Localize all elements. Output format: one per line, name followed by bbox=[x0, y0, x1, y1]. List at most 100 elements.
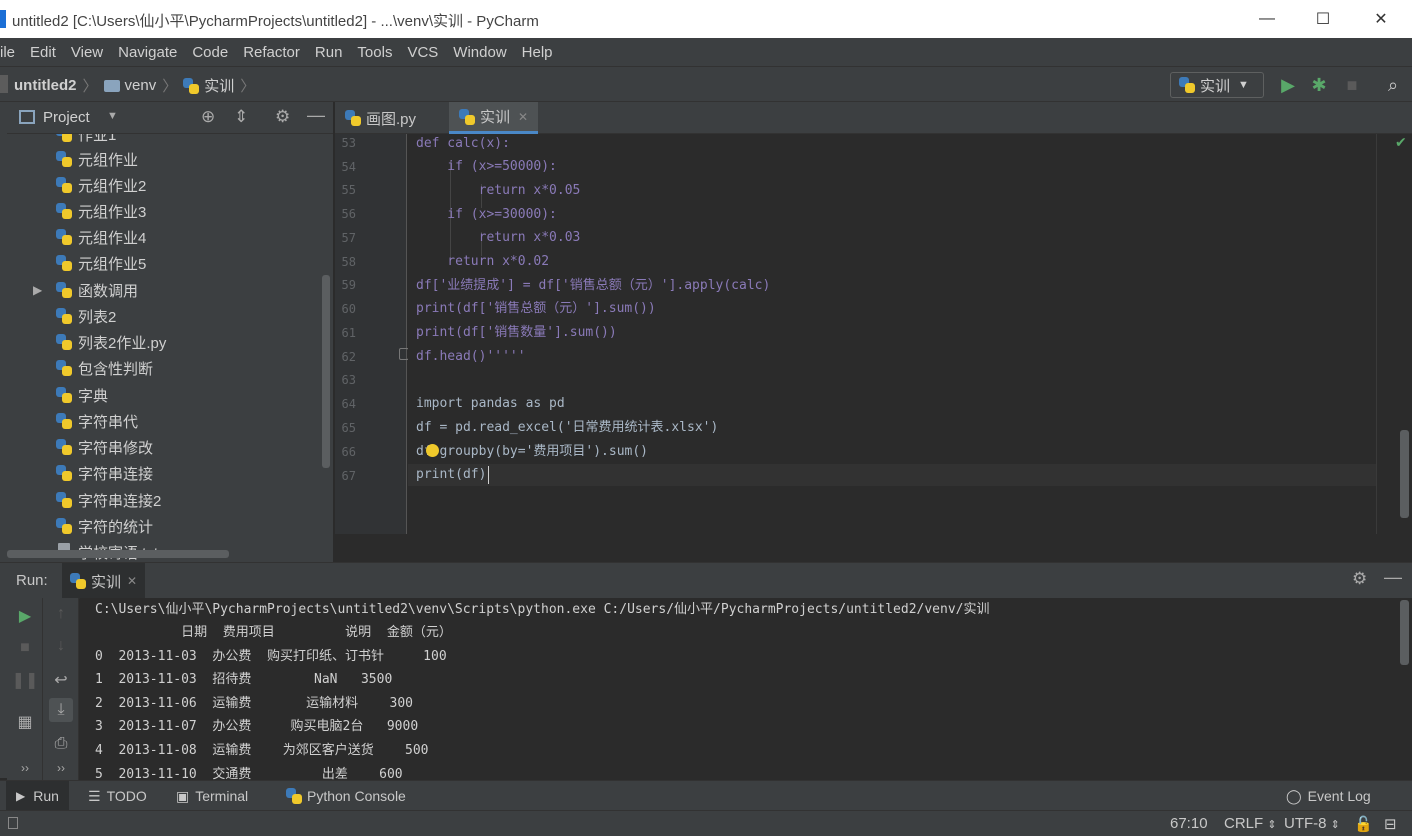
menu-vcs[interactable]: VCS bbox=[407, 44, 438, 61]
editor-scrollbar[interactable] bbox=[1400, 430, 1409, 518]
close-icon[interactable]: ✕ bbox=[518, 110, 528, 124]
run-config-dropdown[interactable]: 实训 ▼ bbox=[1170, 72, 1264, 98]
print-icon[interactable]: ⎙ bbox=[49, 732, 73, 756]
event-log-tab[interactable]: ◯ Event Log bbox=[1276, 781, 1381, 811]
tree-item[interactable]: 字符串连接2 bbox=[7, 487, 327, 513]
chevron-down-icon: ▼ bbox=[1238, 79, 1249, 91]
python-console-icon bbox=[286, 788, 302, 804]
tool-tab-python-console[interactable]: Python Console bbox=[276, 781, 416, 811]
tree-item[interactable]: 字符串修改 bbox=[7, 434, 327, 460]
pause-icon[interactable]: ❚❚ bbox=[12, 668, 39, 692]
lock-icon[interactable]: 🔓 bbox=[1354, 815, 1373, 833]
left-tool-strip bbox=[0, 102, 7, 778]
search-icon[interactable]: ⌕ bbox=[1381, 73, 1405, 97]
run-panel-header: Run: 实训 ✕ ⚙ — bbox=[0, 562, 1412, 599]
scroll-to-end-icon[interactable]: ⤓ bbox=[49, 698, 73, 722]
menu-tools[interactable]: Tools bbox=[357, 44, 392, 61]
project-panel-title[interactable]: Project bbox=[43, 109, 90, 126]
menu-edit[interactable]: Edit bbox=[30, 44, 56, 61]
chevron-down-icon[interactable]: ▼ bbox=[107, 110, 118, 122]
tree-item[interactable]: 元组作业5 bbox=[7, 250, 327, 276]
maximize-button[interactable]: ☐ bbox=[1294, 0, 1352, 38]
rerun-icon[interactable]: ▶ bbox=[13, 604, 37, 628]
stop-icon[interactable]: ■ bbox=[13, 636, 37, 660]
breadcrumb-separator-icon: 〉 bbox=[82, 78, 98, 95]
stop-icon[interactable]: ■ bbox=[1340, 73, 1364, 97]
soft-wrap-icon[interactable]: ↩ bbox=[49, 668, 73, 692]
python-file-icon bbox=[183, 77, 200, 94]
menu-refactor[interactable]: Refactor bbox=[243, 44, 300, 61]
tree-item[interactable]: 元组作业4 bbox=[7, 224, 327, 250]
console-scrollbar[interactable] bbox=[1400, 600, 1409, 665]
close-window-button[interactable]: ✕ bbox=[1352, 0, 1410, 38]
arrow-down-icon[interactable]: ↓ bbox=[49, 634, 73, 658]
tab-shixun[interactable]: 实训 ✕ bbox=[449, 102, 539, 134]
minimize-button[interactable]: — bbox=[1238, 0, 1296, 38]
locate-icon[interactable]: ⊕ bbox=[201, 107, 215, 127]
project-horizontal-scrollbar[interactable] bbox=[7, 550, 229, 558]
tab-huatu[interactable]: 画图.py bbox=[335, 102, 426, 134]
breadcrumb-project[interactable]: untitled2 bbox=[14, 77, 77, 94]
tool-window-bar: ▶ Run ☰ TODO ▣ Terminal Python Console ◯… bbox=[0, 780, 1412, 811]
run-icon[interactable]: ▶ bbox=[1276, 73, 1300, 97]
run-console[interactable]: C:\Users\仙小平\PycharmProjects\untitled2\v… bbox=[80, 598, 1400, 780]
menu-file[interactable]: ile bbox=[0, 44, 15, 61]
tree-item[interactable]: ▶ 函数调用 bbox=[7, 277, 327, 303]
lightbulb-icon[interactable] bbox=[426, 444, 439, 457]
breadcrumb: untitled2 〉 venv 〉 实训 〉 bbox=[14, 75, 261, 96]
gear-icon[interactable]: ⚙ bbox=[1352, 569, 1367, 589]
tree-item[interactable]: 字符串连接 bbox=[7, 460, 327, 486]
tool-tab-terminal[interactable]: ▣ Terminal bbox=[166, 781, 258, 811]
run-toolbar-secondary: ↑ ↓ ↩ ⤓ ⎙ ›› bbox=[43, 598, 79, 780]
expand-arrow-icon[interactable]: ▶ bbox=[33, 283, 42, 297]
tree-item[interactable]: 包含性判断 bbox=[7, 355, 327, 381]
close-icon[interactable]: ✕ bbox=[127, 574, 137, 588]
hide-panel-icon[interactable]: — bbox=[1384, 567, 1402, 588]
menu-navigate[interactable]: Navigate bbox=[118, 44, 177, 61]
tool-tab-run[interactable]: ▶ Run bbox=[6, 781, 69, 811]
menu-run[interactable]: Run bbox=[315, 44, 343, 61]
code-line: print(df) bbox=[416, 467, 487, 482]
code-line: return x*0.02 bbox=[416, 254, 550, 269]
arrow-up-icon[interactable]: ↑ bbox=[49, 602, 73, 626]
run-tab[interactable]: 实训 ✕ bbox=[62, 563, 146, 599]
breadcrumb-file[interactable]: 实训 bbox=[204, 75, 234, 96]
notifications-icon[interactable]: ⊟ bbox=[1384, 815, 1397, 833]
menu-view[interactable]: View bbox=[71, 44, 103, 61]
line-separator[interactable]: CRLF ⇕ bbox=[1224, 815, 1277, 832]
gear-icon[interactable]: ⚙ bbox=[275, 107, 290, 127]
tool-tab-todo[interactable]: ☰ TODO bbox=[78, 781, 157, 811]
menu-window[interactable]: Window bbox=[453, 44, 506, 61]
line-number: 66 bbox=[341, 445, 356, 459]
line-number: 64 bbox=[341, 397, 356, 411]
tree-item[interactable]: 字典 bbox=[7, 382, 327, 408]
debug-icon[interactable]: ✱ bbox=[1307, 73, 1331, 97]
file-encoding[interactable]: UTF-8 ⇕ bbox=[1284, 815, 1340, 832]
menu-help[interactable]: Help bbox=[522, 44, 553, 61]
tree-item[interactable]: 字符串代 bbox=[7, 408, 327, 434]
tree-item[interactable]: 列表2作业.py bbox=[7, 329, 327, 355]
tool-windows-icon[interactable] bbox=[8, 817, 18, 829]
hide-panel-icon[interactable]: — bbox=[307, 105, 325, 126]
python-file-icon bbox=[56, 255, 72, 271]
menu-code[interactable]: Code bbox=[192, 44, 228, 61]
tree-item[interactable]: 元组作业 bbox=[7, 146, 327, 172]
layout-icon[interactable]: ▦ bbox=[13, 710, 37, 734]
tree-item[interactable]: 字符的统计 bbox=[7, 513, 327, 539]
collapse-all-icon[interactable]: ⇕ bbox=[234, 107, 248, 127]
code-editor[interactable]: def calc(x): if (x>=50000): return x*0.0… bbox=[408, 134, 1376, 534]
checkmark-icon: ✔ bbox=[1395, 134, 1407, 150]
python-file-icon bbox=[345, 110, 361, 126]
more-icon[interactable]: ›› bbox=[13, 756, 37, 780]
cursor-position[interactable]: 67:10 bbox=[1170, 815, 1208, 832]
tree-item[interactable]: 列表2 bbox=[7, 303, 327, 329]
line-number: 58 bbox=[341, 255, 356, 269]
tab-label: 实训 bbox=[480, 109, 511, 126]
tree-item[interactable]: 元组作业3 bbox=[7, 198, 327, 224]
tab-label: 画图.py bbox=[366, 110, 417, 128]
window-title: untitled2 [C:\Users\仙小平\PycharmProjects\… bbox=[12, 13, 539, 30]
breadcrumb-folder[interactable]: venv bbox=[125, 77, 157, 94]
more-icon[interactable]: ›› bbox=[49, 756, 73, 780]
python-file-icon bbox=[56, 308, 72, 324]
tree-item[interactable]: 元组作业2 bbox=[7, 172, 327, 198]
